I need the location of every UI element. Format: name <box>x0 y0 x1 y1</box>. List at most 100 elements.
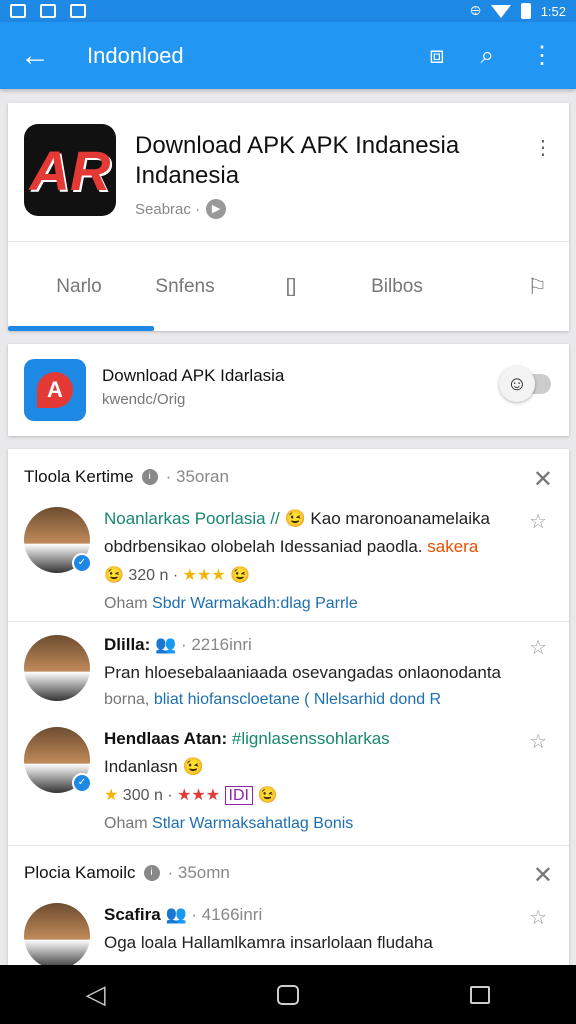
promo-subtitle: kwendc/Orig <box>102 391 186 408</box>
tab-indicator <box>8 326 154 331</box>
post-author[interactable]: Dlilla: <box>104 635 150 654</box>
verified-badge-icon: ✓ <box>72 773 92 793</box>
tab-bilbos[interactable]: Bilbos <box>344 276 450 298</box>
feed-post[interactable]: Dlilla: 👥 · 2216inri Pran hloesebalaania… <box>8 631 569 711</box>
post-header: Hendlaas Atan: #lignlasenssohlarkas <box>104 725 519 753</box>
nav-recents-icon[interactable] <box>470 985 491 1004</box>
nav-back-icon[interactable]: ◁ <box>86 979 106 1010</box>
post-time: · 2216inri <box>180 635 252 654</box>
cast-icon[interactable]: ⧈ <box>429 42 444 70</box>
feed-post[interactable]: ✓ Hendlaas Atan: #lignlasenssohlarkas In… <box>8 725 569 845</box>
rating-stars: ★★★ <box>177 787 221 804</box>
source-prefix: borna, <box>104 691 150 708</box>
post-hashtag[interactable]: #lignlasenssohlarkas <box>232 729 390 748</box>
divider <box>8 845 569 846</box>
navigation-bar: ◁ <box>0 965 576 1024</box>
source-link[interactable]: Stlar Warmaksahatlag Bonis <box>152 815 353 832</box>
back-arrow-icon[interactable]: ← <box>0 39 70 73</box>
bookmark-icon[interactable]: ⚐ <box>527 274 547 300</box>
post-time: · 4166inri <box>191 905 263 924</box>
post-source[interactable]: borna, bliat hiofanscloetane ( Nlelsarhi… <box>104 691 441 709</box>
app-bar-actions: ⧈ ⌕ ⋮ <box>429 41 576 70</box>
system-indicators: ⨸ 1:52 <box>470 3 566 19</box>
app-more-icon[interactable]: ⋮ <box>533 135 553 160</box>
gallery-icon <box>40 4 56 18</box>
toggle-knob: ☺ <box>499 366 535 402</box>
post-author[interactable]: Scafira <box>104 905 161 924</box>
promo-app-icon: A <box>24 359 86 421</box>
status-bar: ⨸ 1:52 <box>0 0 576 22</box>
rating-stars: ★★★ <box>182 567 226 584</box>
emoji: 😉 <box>230 567 251 584</box>
pin-icon[interactable]: ☆ <box>529 905 547 930</box>
verified-badge-icon: ✓ <box>72 553 92 573</box>
post-text: Indanlasn <box>104 757 178 776</box>
avatar[interactable] <box>24 903 90 965</box>
play-icon[interactable]: ▶ <box>206 199 227 219</box>
battery-icon <box>520 3 531 19</box>
emoji: 😉 <box>104 567 124 584</box>
avatar[interactable]: ✓ <box>24 727 92 793</box>
close-icon[interactable]: ✕ <box>533 465 553 494</box>
app-bar: ← Indonloed ⧈ ⌕ ⋮ <box>0 22 576 89</box>
view-count: 320 n · <box>128 567 179 584</box>
post-source[interactable]: Oham Sbdr Warmakadh:dlag Parrle <box>104 595 358 613</box>
clock: 1:52 <box>540 3 566 19</box>
image-icon <box>10 4 26 18</box>
pin-icon[interactable]: ☆ <box>529 509 547 534</box>
section-time: · 35omn <box>167 863 230 882</box>
feed-post[interactable]: ✓ Noanlarkas Poorlasia // 😉 Kao maronoan… <box>8 505 569 615</box>
post-stats: 😉 320 n · ★★★ 😉 <box>104 565 250 585</box>
photo-icon <box>70 4 86 18</box>
wifi-icon <box>490 4 511 18</box>
feed-card: Tloola Kertime i · 35oran ✕ ✓ Noanlarkas… <box>8 449 569 965</box>
pin-icon[interactable]: ☆ <box>529 729 547 754</box>
feed-post[interactable]: Scafira 👥 · 4166inri Oga loala Hallamlka… <box>8 901 569 965</box>
divider <box>8 621 569 622</box>
avatar[interactable] <box>24 635 90 701</box>
post-tag[interactable]: sakera <box>427 537 478 556</box>
source-link[interactable]: Sbdr Warmakadh:dlag Parrle <box>152 595 358 612</box>
post-author[interactable]: Hendlaas Atan: <box>104 729 227 748</box>
app-title: Download APK APK Indanesia Indanesia <box>135 132 460 189</box>
app-card: AR Download APK APK Indanesia Indanesia … <box>8 103 569 331</box>
promo-card[interactable]: A Download APK Idarlasia kwendc/Orig ☺ <box>8 344 569 436</box>
close-icon[interactable]: ✕ <box>533 861 553 890</box>
post-source[interactable]: Oham Stlar Warmaksahatlag Bonis <box>104 815 353 833</box>
section-title: Plocia Kamoilc <box>24 863 136 882</box>
avatar[interactable]: ✓ <box>24 507 92 573</box>
section-header-2: Plocia Kamoilc i · 35omn <box>24 863 230 883</box>
app-bar-title: Indonloed <box>87 42 184 68</box>
info-icon: i <box>141 469 158 485</box>
tab-narlo[interactable]: Narlo <box>26 276 132 298</box>
section-time: · 35oran <box>165 467 229 486</box>
promo-title: Download APK Idarlasia <box>102 366 285 385</box>
app-logo-glyph: AR <box>29 138 111 202</box>
post-stats: ★ 300 n · ★★★ IDI 😉 <box>104 785 277 805</box>
post-link-text[interactable]: Noanlarkas Poorlasia // <box>104 509 280 528</box>
signal-indicator: ⨸ <box>470 3 481 18</box>
section-title: Tloola Kertime <box>24 467 134 486</box>
source-link[interactable]: bliat hiofanscloetane ( Nlelsarhid dond … <box>154 691 441 708</box>
promo-toggle[interactable]: ☺ <box>499 366 551 402</box>
emoji: 😉 <box>182 757 204 776</box>
app-logo[interactable]: AR <box>24 124 116 216</box>
app-meta: Seabrac · ▶ <box>135 199 227 219</box>
post-body: Noanlarkas Poorlasia // 😉 Kao maronoanam… <box>104 505 519 561</box>
info-icon: i <box>143 865 160 881</box>
emoji: 😉 <box>284 509 306 528</box>
nav-home-icon[interactable] <box>276 984 299 1005</box>
tab-snfens[interactable]: Snfens <box>132 276 238 298</box>
post-header: Scafira 👥 · 4166inri <box>104 901 519 929</box>
tab-bar: Narlo Snfens [] Bilbos ⚐ <box>8 241 569 331</box>
post-text: Pran hloesebalaaniaada osevangadas onlao… <box>104 663 502 682</box>
app-meta-text: Seabrac · <box>135 200 201 218</box>
source-prefix: Oham <box>104 815 148 832</box>
search-icon[interactable]: ⌕ <box>481 42 494 70</box>
promo-app-icon-inner: A <box>37 372 73 408</box>
section-header-1: Tloola Kertime i · 35oran <box>24 467 229 487</box>
more-options-icon[interactable]: ⋮ <box>530 41 554 70</box>
pin-icon[interactable]: ☆ <box>529 635 547 660</box>
view-count: 300 n · <box>122 787 173 804</box>
tab-bracket[interactable]: [] <box>238 276 344 298</box>
